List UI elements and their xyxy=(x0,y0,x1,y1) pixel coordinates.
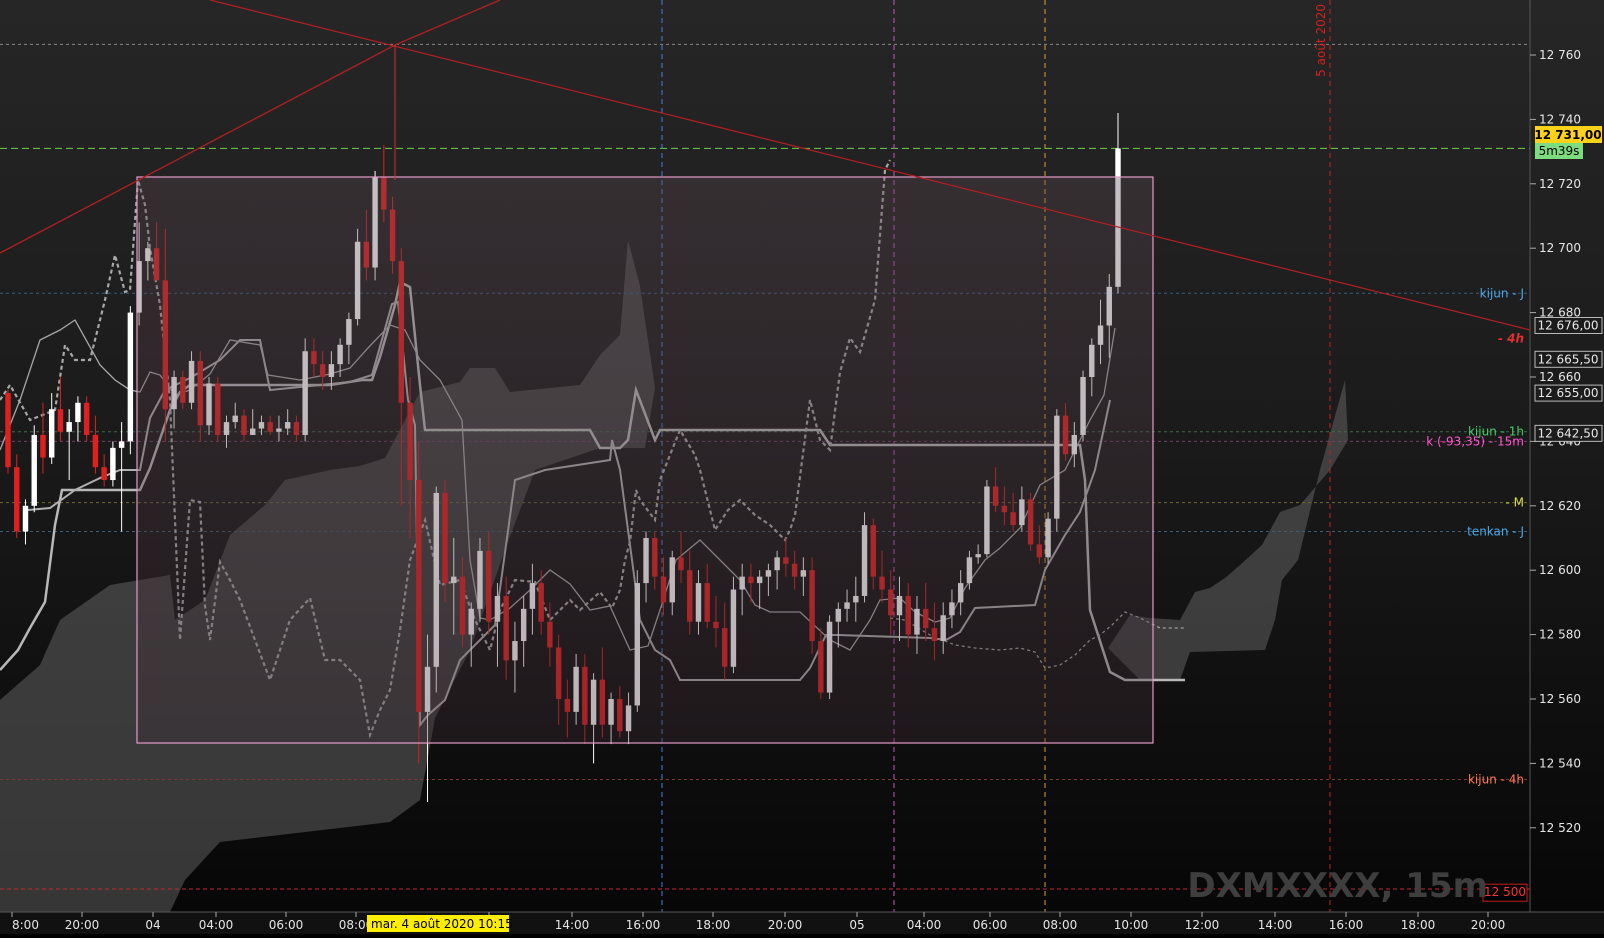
level-label: kijun - 4h xyxy=(1468,773,1524,787)
price-tag-label: 12 676,00 xyxy=(1537,318,1598,332)
time-tick-label: 04 xyxy=(145,918,160,932)
candle-body xyxy=(5,393,11,468)
chart-canvas[interactable]: 12 76012 74012 72012 70012 68012 66012 6… xyxy=(0,0,1604,934)
candle-body xyxy=(48,409,55,458)
trend-line-upper xyxy=(394,0,501,46)
candle-body xyxy=(110,447,116,481)
time-tick-label: 06:00 xyxy=(973,918,1008,932)
candle-body xyxy=(31,434,37,506)
level-annotations: kijun - J- 4hkijun - 1hk (-93,35) - 15m-… xyxy=(1426,286,1524,786)
price-tag-label: 12 655,00 xyxy=(1537,386,1598,400)
level-label: kijun - J xyxy=(1480,286,1524,300)
drawing-objects xyxy=(0,0,1531,744)
candle-body xyxy=(14,467,20,532)
time-tick-label: 14:00 xyxy=(1258,918,1293,932)
candle-up xyxy=(127,306,134,455)
price-tick-label: 12 740 xyxy=(1539,112,1581,126)
price-tick-label: 12 660 xyxy=(1539,370,1581,384)
time-tick-label: 16:00 xyxy=(626,918,661,932)
candle-body xyxy=(92,434,99,468)
time-tick-label: 14:00 xyxy=(555,918,590,932)
time-tick-label: 18:00 xyxy=(1401,918,1436,932)
price-tick-label: 12 700 xyxy=(1539,241,1581,255)
candle-down xyxy=(83,396,90,442)
candle-body xyxy=(22,505,29,532)
time-tick-label: 18:00 xyxy=(696,918,731,932)
candle-body xyxy=(127,312,134,442)
candle-down xyxy=(40,402,46,474)
chart-watermark-title: DXMXXXX, 15m xyxy=(1187,866,1488,906)
candle-down xyxy=(92,415,99,474)
time-tick-label: 20:00 xyxy=(768,918,803,932)
candle-down xyxy=(5,389,11,474)
time-tick-label: 16:00 xyxy=(1329,918,1364,932)
time-tick-label: 10:00 xyxy=(1114,918,1149,932)
cursor-time-label: mar. 4 août 2020 10:15 xyxy=(371,917,513,931)
time-tick-label: 20:00 xyxy=(65,918,100,932)
time-tick-label: 8:00 xyxy=(12,918,39,932)
candle-up xyxy=(75,396,81,442)
candle-up xyxy=(66,409,72,481)
price-tag-label: 12 665,50 xyxy=(1537,352,1598,366)
candle-body xyxy=(66,422,72,432)
candle-down xyxy=(101,454,107,487)
date-marker-label: 5 août 2020 xyxy=(1314,4,1328,77)
candle-body xyxy=(57,409,64,432)
candle-body xyxy=(75,402,81,423)
candle-body xyxy=(101,467,107,481)
cursor-time-tag: mar. 4 août 2020 10:15 xyxy=(367,915,513,932)
time-tick-label: 12:00 xyxy=(1185,918,1220,932)
time-tick-label: 05 xyxy=(849,918,864,932)
last-price-label: 12 731,00 xyxy=(1534,128,1601,142)
price-tick-label: 12 760 xyxy=(1539,48,1581,62)
price-tag-label: 12 500 xyxy=(1484,885,1526,899)
candle-up xyxy=(110,441,116,487)
candle-body xyxy=(118,441,125,448)
time-tick-label: 20:00 xyxy=(1471,918,1506,932)
candle-down xyxy=(14,454,20,538)
level-label: - M xyxy=(1506,496,1525,510)
candle-body xyxy=(40,434,46,458)
price-tick-label: 12 560 xyxy=(1539,692,1581,706)
price-tick-label: 12 720 xyxy=(1539,177,1581,191)
candle-body xyxy=(83,402,90,435)
level-label: - 4h xyxy=(1498,331,1524,345)
price-tick-label: 12 520 xyxy=(1539,821,1581,835)
candle-up xyxy=(118,422,125,532)
price-tick-label: 12 540 xyxy=(1539,756,1581,770)
price-tick-label: 12 600 xyxy=(1539,563,1581,577)
time-tick-label: 06:00 xyxy=(269,918,304,932)
price-tag-label: 12 642,50 xyxy=(1537,426,1598,440)
countdown-label: 5m39s xyxy=(1539,144,1580,158)
candle-up xyxy=(22,499,29,545)
last-price-tag: 12 731,00 xyxy=(1534,126,1602,143)
price-tick-label: 12 580 xyxy=(1539,628,1581,642)
level-label: tenkan - J xyxy=(1467,525,1524,539)
candle-up xyxy=(31,425,37,513)
range-box xyxy=(136,176,1154,744)
time-tick-label: 04:00 xyxy=(199,918,234,932)
trading-chart[interactable]: 12 760 12 740 12 720 12 700 12 680 12 660 12 6… xyxy=(0,0,1604,934)
candle-up xyxy=(48,393,55,464)
countdown-tag: 5m39s xyxy=(1535,143,1583,159)
time-tick-label: 08:00 xyxy=(1043,918,1078,932)
price-tick-label: 12 620 xyxy=(1539,499,1581,513)
time-tick-label: 04:00 xyxy=(907,918,942,932)
level-label: k (-93,35) - 15m xyxy=(1426,434,1524,448)
